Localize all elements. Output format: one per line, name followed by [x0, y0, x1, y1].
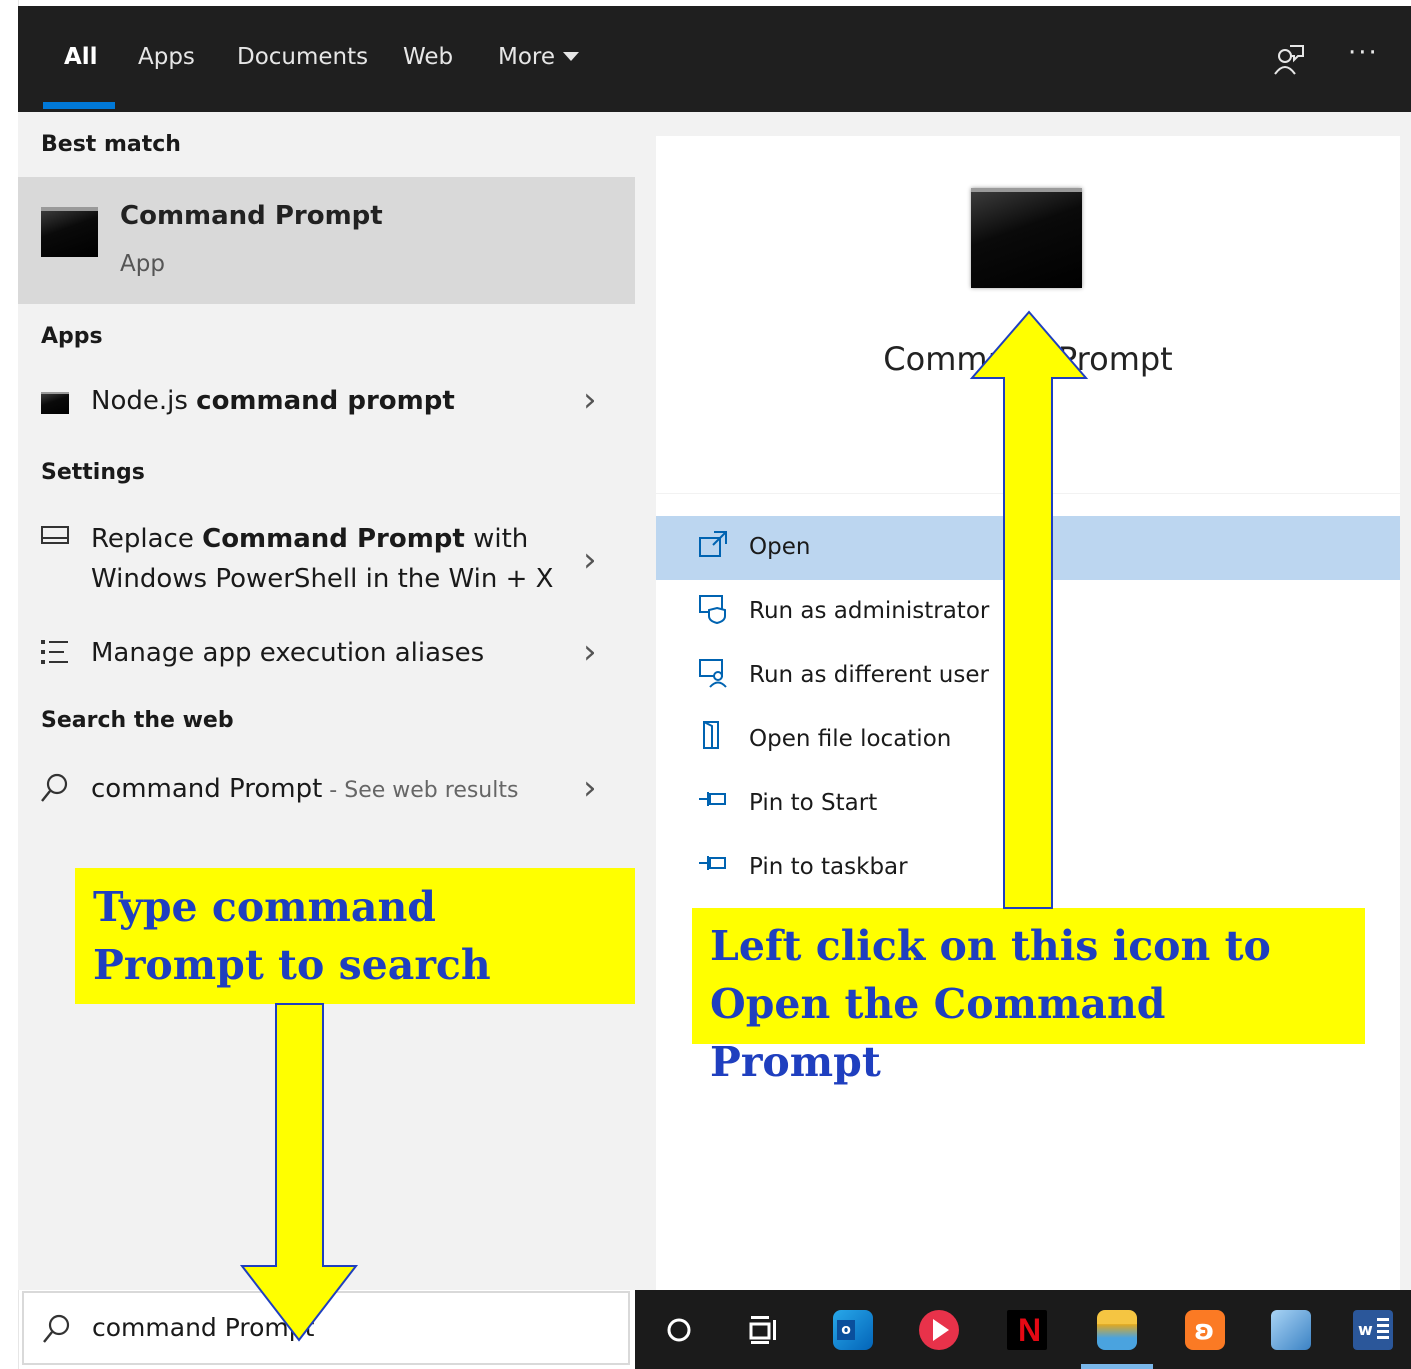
label-suffix: with	[464, 524, 529, 554]
open-icon	[699, 531, 727, 557]
list-item-replace-powershell[interactable]: Replace Command Prompt with Windows Powe…	[18, 512, 635, 612]
chevron-right-icon: ›	[583, 768, 597, 808]
best-match-title: Command Prompt	[120, 201, 383, 231]
search-icon	[41, 773, 68, 802]
more-options-icon[interactable]: ···	[1348, 38, 1379, 68]
section-best-match: Best match	[41, 132, 181, 157]
command-prompt-icon	[41, 207, 98, 257]
list-item-label: Manage app execution aliases	[91, 638, 485, 668]
label-prefix: Replace	[91, 524, 203, 554]
monitor-icon	[41, 526, 69, 544]
action-run-as-admin[interactable]: Run as administrator	[656, 580, 1400, 644]
preview-card: Command Prompt	[656, 136, 1400, 493]
command-prompt-large-icon[interactable]	[971, 188, 1082, 288]
action-label: Run as administrator	[749, 598, 990, 624]
action-pin-to-start[interactable]: Pin to Start	[656, 772, 1400, 836]
preview-title: Command Prompt	[883, 340, 1173, 378]
tab-more[interactable]: More	[498, 44, 580, 70]
search-input[interactable]: command Prompt	[92, 1313, 314, 1342]
action-label: Pin to Start	[749, 790, 878, 816]
search-scope-bar: All Apps Documents Web More ···	[18, 6, 1411, 112]
file-explorer-icon[interactable]	[1097, 1310, 1137, 1350]
tab-more-label: More	[498, 44, 556, 70]
best-match-subtitle: App	[120, 251, 165, 277]
nodejs-prompt-icon	[41, 392, 69, 414]
list-item-label: command Prompt - See web results	[91, 774, 518, 804]
action-label: Open	[749, 534, 811, 560]
caret-down-icon	[563, 52, 580, 61]
list-icon	[41, 640, 68, 664]
taskbar: o N ʚ w	[635, 1290, 1411, 1369]
action-pin-to-taskbar[interactable]: Pin to taskbar	[656, 836, 1400, 900]
annotation-type-search: Type command Prompt to search	[75, 868, 635, 1004]
word-icon[interactable]: w	[1353, 1310, 1393, 1350]
action-label: Run as different user	[749, 662, 989, 688]
results-panel: Best match Command Prompt App Apps Node.…	[18, 112, 635, 1290]
task-view-icon[interactable]	[747, 1312, 781, 1346]
setting-line-1: Replace Command Prompt with	[91, 524, 528, 554]
label-prefix: Node.js	[91, 386, 197, 416]
pin-icon	[699, 792, 726, 806]
active-tab-indicator	[43, 102, 115, 109]
action-label: Pin to taskbar	[749, 854, 908, 880]
tab-apps[interactable]: Apps	[138, 44, 195, 70]
web-query: command Prompt	[91, 774, 323, 804]
chevron-right-icon: ›	[583, 380, 597, 420]
action-run-as-different-user[interactable]: Run as different user	[656, 644, 1400, 708]
netflix-icon[interactable]: N	[1007, 1310, 1047, 1350]
section-search-web: Search the web	[41, 708, 234, 733]
setting-line-2: Windows PowerShell in the Win + X	[91, 564, 554, 594]
media-player-icon[interactable]	[919, 1310, 959, 1350]
chevron-right-icon: ›	[583, 540, 597, 580]
list-item-web-search[interactable]: command Prompt - See web results ›	[18, 758, 635, 828]
search-icon	[43, 1314, 70, 1343]
action-open-file-location[interactable]: Open file location	[656, 708, 1400, 772]
label-bold: Command Prompt	[202, 524, 465, 554]
feedback-icon[interactable]	[1272, 42, 1306, 78]
annotation-left-click: Left click on this icon to Open the Comm…	[692, 908, 1365, 1086]
action-open[interactable]: Open	[656, 516, 1400, 580]
search-box[interactable]: command Prompt	[22, 1291, 630, 1365]
best-match-item[interactable]: Command Prompt App	[18, 177, 635, 304]
folder-icon	[703, 721, 719, 749]
tab-all[interactable]: All	[64, 44, 98, 70]
user-icon	[699, 659, 727, 688]
shield-icon	[699, 595, 726, 624]
actions-list: Open Run as administrator Run as differe…	[656, 494, 1400, 1290]
list-item-manage-aliases[interactable]: Manage app execution aliases ›	[18, 622, 635, 692]
active-app-indicator	[1081, 1364, 1153, 1369]
web-suffix: - See web results	[322, 778, 519, 803]
pin-icon	[699, 856, 726, 870]
action-label: Open file location	[749, 726, 952, 752]
tab-documents[interactable]: Documents	[237, 44, 368, 70]
window-edge	[0, 0, 19, 1369]
section-apps: Apps	[41, 324, 103, 349]
section-settings: Settings	[41, 460, 145, 485]
cortana-icon[interactable]	[665, 1316, 693, 1344]
tab-web[interactable]: Web	[403, 44, 453, 70]
preview-panel: Command Prompt Open Run as administrator…	[635, 112, 1411, 1290]
virtualbox-icon[interactable]	[1271, 1310, 1311, 1350]
list-item-nodejs[interactable]: Node.js command prompt ›	[18, 370, 635, 440]
label-bold: command prompt	[196, 386, 455, 416]
chevron-right-icon: ›	[583, 632, 597, 672]
outlook-icon[interactable]: o	[833, 1310, 873, 1350]
list-item-label: Node.js command prompt	[91, 386, 455, 416]
xampp-icon[interactable]: ʚ	[1185, 1310, 1225, 1350]
